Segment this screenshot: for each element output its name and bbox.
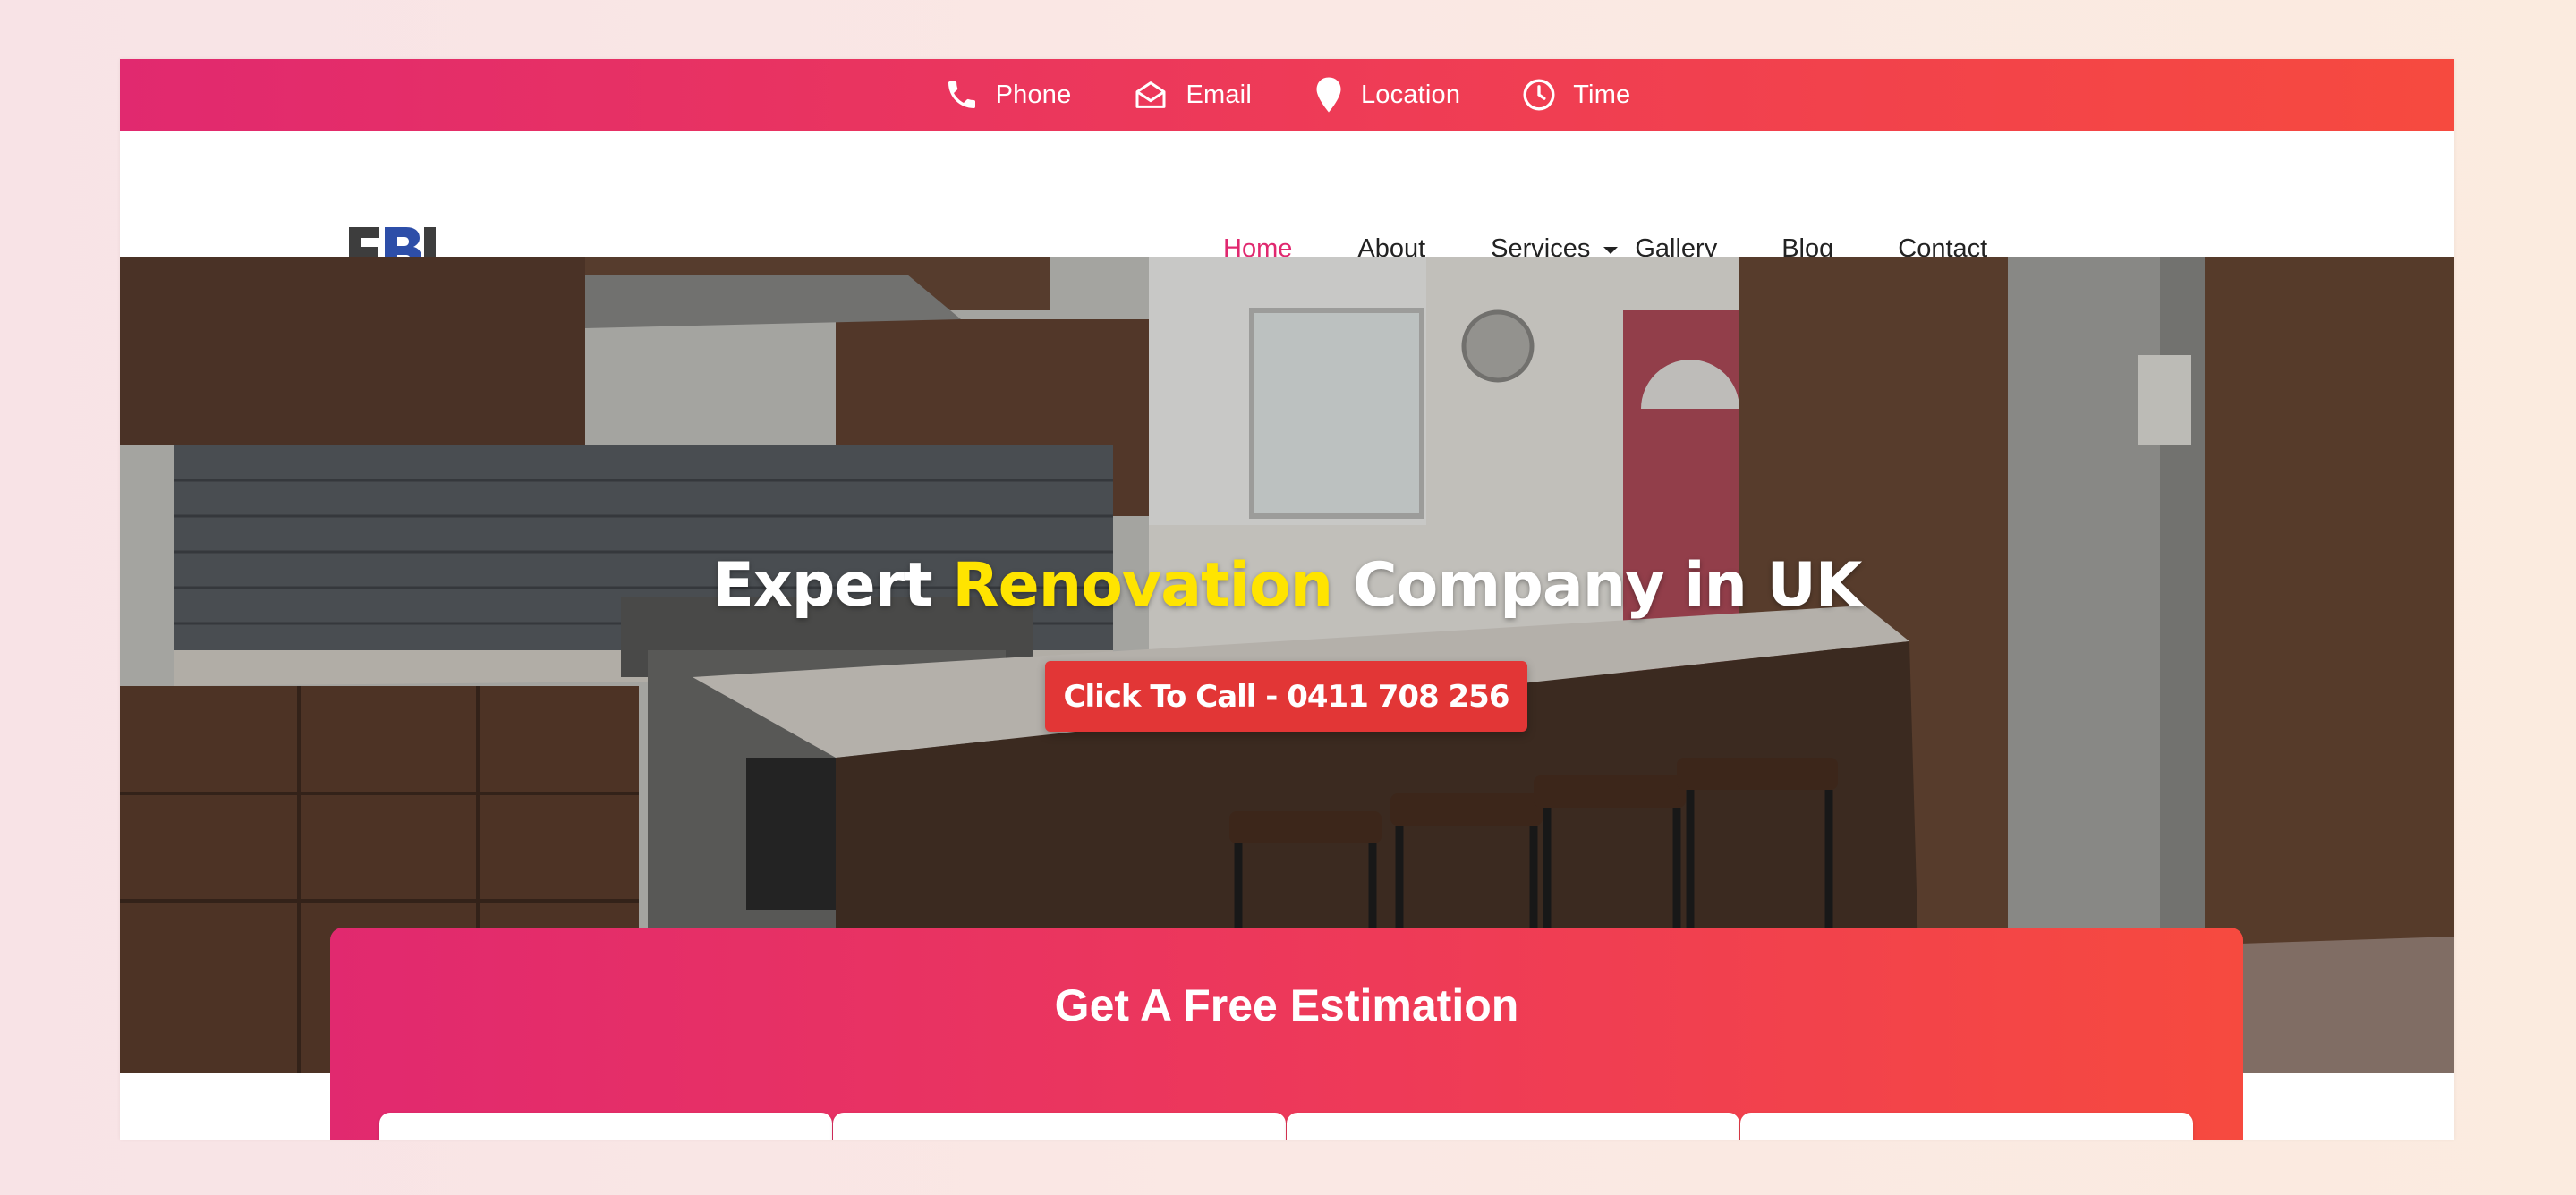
page-frame: Phone Email Location Time Home About Ser… [120, 59, 2454, 1140]
estimation-field-1[interactable] [379, 1113, 832, 1140]
topbar-location[interactable]: Location [1313, 76, 1460, 114]
envelope-open-icon [1135, 81, 1166, 108]
estimation-field-2[interactable] [833, 1113, 1286, 1140]
topbar-phone[interactable]: Phone [944, 77, 1072, 113]
top-contact-bar: Phone Email Location Time [120, 59, 2454, 131]
topbar-email[interactable]: Email [1132, 77, 1252, 113]
hero-title: Expert Renovation Company in UK [120, 550, 2454, 621]
free-estimation-card: Get A Free Estimation [330, 928, 2243, 1140]
chevron-down-icon[interactable] [1603, 245, 1619, 256]
hero-title-part2: Company in UK [1332, 550, 1863, 621]
map-pin-icon [1316, 77, 1341, 113]
topbar-email-label: Email [1186, 80, 1252, 109]
topbar-phone-label: Phone [995, 80, 1072, 109]
phone-icon [948, 81, 975, 108]
click-to-call-button[interactable]: Click To Call - 0411 708 256 [1045, 661, 1527, 732]
estimation-field-4[interactable] [1740, 1113, 2193, 1140]
clock-icon [1523, 79, 1555, 111]
topbar-time[interactable]: Time [1521, 77, 1630, 113]
hero-title-highlight: Renovation [952, 550, 1333, 621]
topbar-time-label: Time [1573, 80, 1631, 109]
topbar-location-label: Location [1360, 80, 1461, 109]
estimation-field-3[interactable] [1287, 1113, 1739, 1140]
estimation-title: Get A Free Estimation [1054, 980, 1519, 1030]
hero-title-part1: Expert [712, 550, 953, 621]
